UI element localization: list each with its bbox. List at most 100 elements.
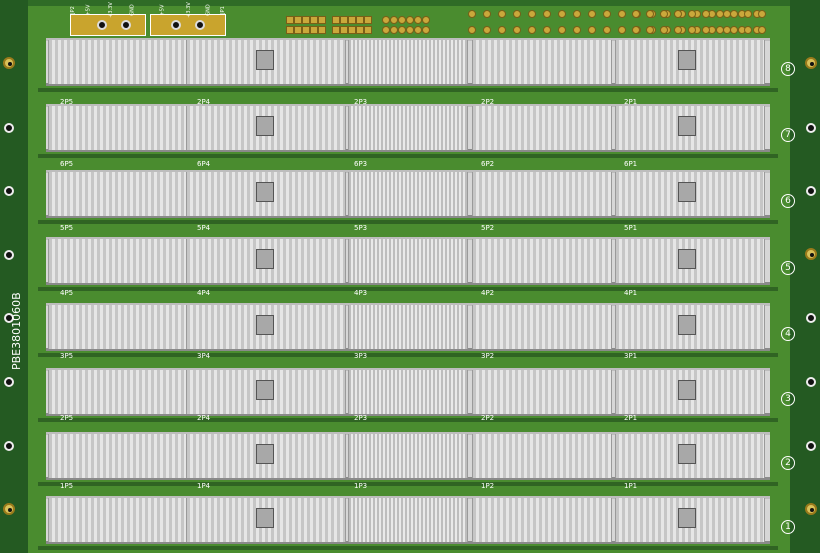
- solder-pad: [646, 10, 654, 18]
- guide-key: [256, 182, 274, 202]
- solder-pad: [406, 26, 414, 34]
- connector-label: 3P3: [354, 352, 368, 360]
- mounting-hole: [805, 57, 817, 69]
- solder-pad: [340, 16, 348, 24]
- mounting-hole: [3, 57, 15, 69]
- pin-block: [48, 305, 188, 349]
- solder-pad: [390, 16, 398, 24]
- screw-hole: [806, 313, 816, 323]
- solder-pad: [716, 26, 724, 34]
- solder-pad: [744, 26, 752, 34]
- connector-label: 2P5: [60, 414, 74, 422]
- guide-key: [256, 249, 274, 269]
- pin-block: [348, 40, 468, 84]
- connector-label: 2P4: [197, 414, 211, 422]
- guide-key: [678, 50, 696, 70]
- guide-key: [678, 508, 696, 528]
- slot-connector: [38, 34, 778, 92]
- guide-key: [256, 444, 274, 464]
- slot-connector: [38, 299, 778, 357]
- solder-pad: [498, 10, 506, 18]
- solder-pad: [414, 16, 422, 24]
- connector-label: 1P4: [197, 482, 211, 490]
- part-number: PBE3801060B: [10, 292, 23, 370]
- left-rail: [0, 0, 28, 553]
- solder-pad: [646, 26, 654, 34]
- solder-pad: [406, 16, 414, 24]
- power-pin: [171, 20, 181, 30]
- solder-pad: [422, 16, 430, 24]
- pin-block: [472, 370, 612, 414]
- pin-block: [348, 106, 468, 150]
- connector-label: 5P3: [354, 224, 368, 232]
- solder-pad: [702, 10, 710, 18]
- slot-connector: [38, 428, 778, 486]
- connector-label: 3P5: [60, 352, 74, 360]
- pin-block: [48, 106, 188, 150]
- solder-pad: [558, 26, 566, 34]
- solder-pad: [294, 26, 302, 34]
- solder-pad: [730, 10, 738, 18]
- slot-shadow: [38, 154, 778, 158]
- connector-label: 2P2: [481, 414, 495, 422]
- solder-pad: [573, 10, 581, 18]
- solder-pad: [603, 26, 611, 34]
- slot-connector: [38, 364, 778, 422]
- solder-pad: [398, 26, 406, 34]
- slot-shadow: [38, 482, 778, 486]
- solder-pad: [356, 26, 364, 34]
- pin-block: [348, 239, 468, 283]
- backplane-board: JP2 +5V +3.3V GND +5V +3.3V GND JP1 8 2P5…: [0, 0, 820, 553]
- solder-pad: [573, 26, 581, 34]
- solder-pad: [543, 10, 551, 18]
- pin-block: [48, 434, 188, 478]
- connector-label: 1P5: [60, 482, 74, 490]
- screw-hole: [806, 441, 816, 451]
- slot-connector: [38, 100, 778, 158]
- solder-pad: [618, 26, 626, 34]
- screw-hole: [4, 186, 14, 196]
- solder-pad: [310, 26, 318, 34]
- slot-shadow: [38, 88, 778, 92]
- connector-label: 4P2: [481, 289, 495, 297]
- solder-pad: [513, 26, 521, 34]
- solder-pad: [422, 26, 430, 34]
- connector-label: 2P1: [624, 414, 638, 422]
- solder-pad: [468, 10, 476, 18]
- power-label: +3.3V: [185, 2, 192, 18]
- slot-number: 6: [781, 194, 795, 208]
- connector-label: 5P2: [481, 224, 495, 232]
- solder-pad: [674, 26, 682, 34]
- solder-pad: [382, 26, 390, 34]
- solder-pad: [332, 26, 340, 34]
- slot-number: 7: [781, 128, 795, 142]
- pin-block: [348, 305, 468, 349]
- connector-label: 2P3: [354, 414, 368, 422]
- pin-block: [48, 40, 188, 84]
- solder-pad: [744, 10, 752, 18]
- solder-pad: [340, 26, 348, 34]
- solder-pad: [318, 16, 326, 24]
- guide-key: [256, 380, 274, 400]
- guide-key: [678, 444, 696, 464]
- power-label: +5V: [159, 4, 166, 16]
- power-label: JP2: [69, 6, 76, 14]
- power-pin: [121, 20, 131, 30]
- solder-pad: [716, 10, 724, 18]
- solder-pad: [483, 10, 491, 18]
- solder-pad: [618, 10, 626, 18]
- connector-label: 4P1: [624, 289, 638, 297]
- pin-block: [348, 434, 468, 478]
- power-label: GND: [205, 4, 212, 16]
- pin-block: [472, 40, 612, 84]
- solder-pad: [660, 26, 668, 34]
- slot-number: 1: [781, 520, 795, 534]
- pin-block: [472, 434, 612, 478]
- solder-pad: [528, 26, 536, 34]
- connector-label: 5P5: [60, 224, 74, 232]
- pin-block: [472, 239, 612, 283]
- pin-block: [48, 172, 188, 216]
- solder-pad: [513, 10, 521, 18]
- solder-pad: [310, 16, 318, 24]
- screw-hole: [4, 250, 14, 260]
